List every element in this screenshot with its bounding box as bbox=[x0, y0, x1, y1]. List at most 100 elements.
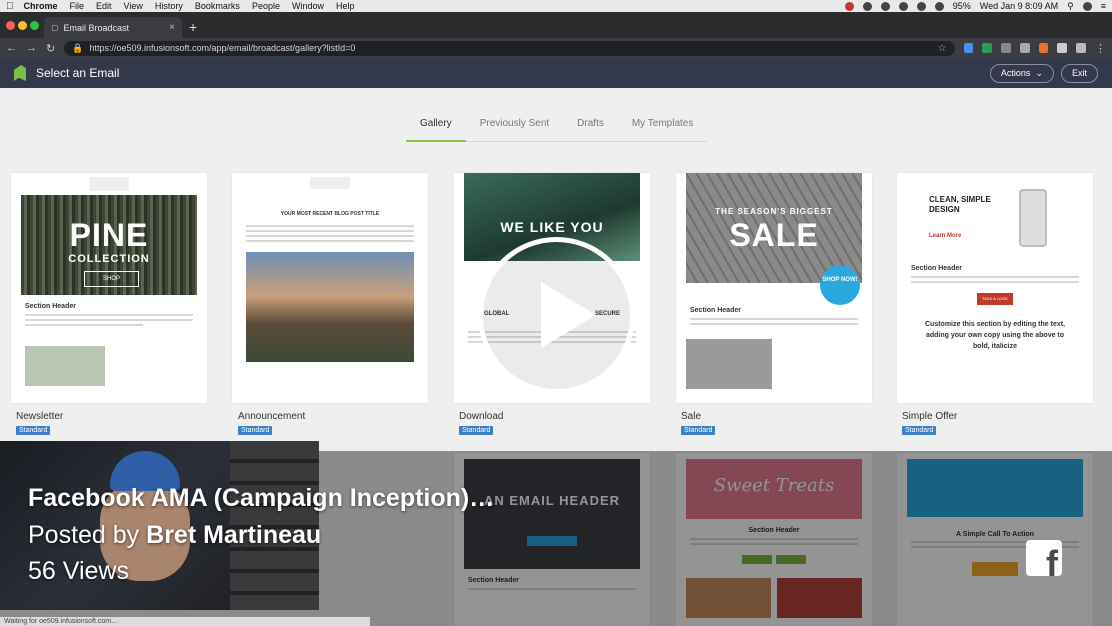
minimize-window-icon[interactable] bbox=[18, 21, 27, 30]
section-header: Section Header bbox=[690, 307, 741, 314]
status-icon[interactable] bbox=[844, 1, 854, 11]
extension-icon[interactable] bbox=[963, 43, 974, 53]
mac-menu-bar:  Chrome File Edit View History Bookmark… bbox=[0, 0, 1112, 12]
standard-badge: Standard bbox=[16, 426, 51, 435]
browser-toolbar: ← → ↻ 🔒 https://oe509.infusionsoft.com/a… bbox=[0, 38, 1112, 58]
menu-view[interactable]: View bbox=[124, 1, 143, 11]
search-icon[interactable]: ⚲ bbox=[1067, 1, 1074, 12]
brand-logo bbox=[310, 177, 350, 189]
hero-heading: PINE bbox=[69, 217, 149, 253]
browser-tab[interactable]: □ Email Broadcast × bbox=[44, 17, 182, 38]
post-title: YOUR MOST RECENT BLOG POST TITLE bbox=[280, 211, 380, 217]
tab-title: Email Broadcast bbox=[63, 22, 129, 33]
play-icon bbox=[541, 282, 596, 348]
maximize-window-icon[interactable] bbox=[30, 21, 39, 30]
bookmark-star-icon[interactable]: ☆ bbox=[938, 43, 947, 54]
reload-icon[interactable]: ↻ bbox=[46, 42, 55, 55]
actions-dropdown[interactable]: Actions ⌄ bbox=[989, 63, 1054, 83]
battery-percent[interactable]: 95% bbox=[953, 1, 971, 11]
text-line bbox=[25, 314, 193, 316]
exit-button[interactable]: Exit bbox=[1060, 63, 1098, 83]
extension-icon[interactable] bbox=[1076, 43, 1087, 53]
apple-icon[interactable]:  bbox=[6, 1, 14, 12]
infusionsoft-logo-icon bbox=[14, 65, 26, 81]
hero-image: PINE COLLECTION SHOP bbox=[21, 195, 197, 295]
bolt-icon[interactable] bbox=[880, 1, 890, 11]
text-line bbox=[246, 225, 414, 227]
menu-history[interactable]: History bbox=[155, 1, 183, 11]
standard-badge: Standard bbox=[902, 426, 937, 435]
template-name: Download bbox=[459, 411, 504, 422]
page-icon: □ bbox=[52, 22, 58, 33]
screen-icon[interactable] bbox=[898, 1, 908, 11]
template-name: Sale bbox=[681, 411, 702, 422]
standard-badge: Standard bbox=[459, 426, 494, 435]
standard-badge: Standard bbox=[681, 426, 716, 435]
text-line bbox=[246, 235, 414, 237]
template-card-newsletter[interactable]: PINE COLLECTION SHOP Section Header bbox=[11, 173, 207, 403]
new-tab-icon[interactable]: + bbox=[189, 20, 197, 34]
cloud-icon[interactable] bbox=[862, 1, 872, 11]
text-line bbox=[25, 324, 143, 326]
browser-status-bar: Waiting for oe509.infusionsoft.com... bbox=[0, 617, 370, 626]
shop-now-badge: SHOP NOW! bbox=[820, 265, 860, 305]
back-icon[interactable]: ← bbox=[6, 42, 17, 54]
hero-heading: WE LIKE YOU bbox=[500, 219, 604, 235]
section-header: Section Header bbox=[911, 265, 962, 272]
gallery-tabs: Gallery Previously Sent Drafts My Templa… bbox=[406, 118, 708, 142]
extension-icon[interactable] bbox=[982, 43, 993, 53]
video-byline: Posted by Bret Martineau bbox=[28, 521, 321, 550]
menu-people[interactable]: People bbox=[252, 1, 280, 11]
template-card-simple-offer[interactable]: CLEAN, SIMPLE DESIGN Learn More Section … bbox=[897, 173, 1093, 403]
text-line bbox=[911, 276, 1079, 278]
menu-app[interactable]: Chrome bbox=[24, 1, 58, 11]
extension-icon[interactable] bbox=[1001, 43, 1011, 53]
text-line bbox=[246, 240, 414, 242]
hero-heading: SALE bbox=[729, 217, 819, 253]
tab-my-templates[interactable]: My Templates bbox=[617, 118, 708, 142]
section-header: Section Header bbox=[25, 303, 76, 310]
extension-icon[interactable] bbox=[1057, 43, 1068, 53]
menu-edit[interactable]: Edit bbox=[96, 1, 112, 11]
tab-drafts[interactable]: Drafts bbox=[563, 118, 618, 142]
menu-bookmarks[interactable]: Bookmarks bbox=[195, 1, 240, 11]
extension-icon[interactable] bbox=[1038, 43, 1049, 53]
author-name[interactable]: Bret Martineau bbox=[146, 521, 321, 549]
menu-window[interactable]: Window bbox=[292, 1, 324, 11]
screen:  Chrome File Edit View History Bookmark… bbox=[0, 0, 1112, 626]
text-line bbox=[246, 230, 414, 232]
play-button[interactable] bbox=[478, 237, 635, 394]
forward-icon[interactable]: → bbox=[26, 42, 37, 54]
phone-image bbox=[1019, 189, 1047, 247]
clock[interactable]: Wed Jan 9 8:09 AM bbox=[980, 1, 1058, 11]
wifi-icon[interactable] bbox=[916, 1, 926, 11]
template-name: Simple Offer bbox=[902, 411, 958, 422]
standard-badge: Standard bbox=[238, 426, 273, 435]
tab-gallery[interactable]: Gallery bbox=[406, 118, 466, 142]
header-buttons: Actions ⌄ Exit bbox=[989, 63, 1098, 83]
address-bar[interactable]: 🔒 https://oe509.infusionsoft.com/app/ema… bbox=[64, 40, 955, 56]
menu-file[interactable]: File bbox=[70, 1, 85, 11]
volume-icon[interactable] bbox=[934, 1, 944, 11]
close-tab-icon[interactable]: × bbox=[169, 22, 175, 33]
list-icon[interactable]: ≡ bbox=[1101, 1, 1106, 11]
more-menu-icon[interactable]: ⋮ bbox=[1095, 42, 1106, 55]
browser-tab-bar: □ Email Broadcast × + bbox=[0, 12, 1112, 38]
video-title[interactable]: Facebook AMA (Campaign Inception)… bbox=[28, 484, 494, 513]
menu-help[interactable]: Help bbox=[336, 1, 355, 11]
tab-previously-sent[interactable]: Previously Sent bbox=[465, 118, 564, 142]
learn-more-link: Learn More bbox=[929, 233, 962, 239]
text-line bbox=[690, 318, 858, 320]
template-name: Announcement bbox=[238, 411, 306, 422]
facebook-icon[interactable]: f bbox=[1026, 540, 1062, 576]
take-a-look-button: TAKE A LOOK bbox=[977, 293, 1013, 305]
extension-icon[interactable] bbox=[1019, 43, 1030, 53]
user-icon[interactable] bbox=[1082, 1, 1092, 11]
bridge-image: THE SEASON'S BIGGEST SALE SHOP NOW! bbox=[686, 173, 862, 305]
close-window-icon[interactable] bbox=[6, 21, 15, 30]
template-card-announcement[interactable]: YOUR MOST RECENT BLOG POST TITLE bbox=[232, 173, 428, 403]
thumbnail-image bbox=[25, 346, 105, 386]
brand-logo bbox=[89, 177, 129, 191]
template-card-sale[interactable]: THE SEASON'S BIGGEST SALE SHOP NOW! Sect… bbox=[676, 173, 872, 403]
view-count: 56 Views bbox=[28, 557, 129, 585]
